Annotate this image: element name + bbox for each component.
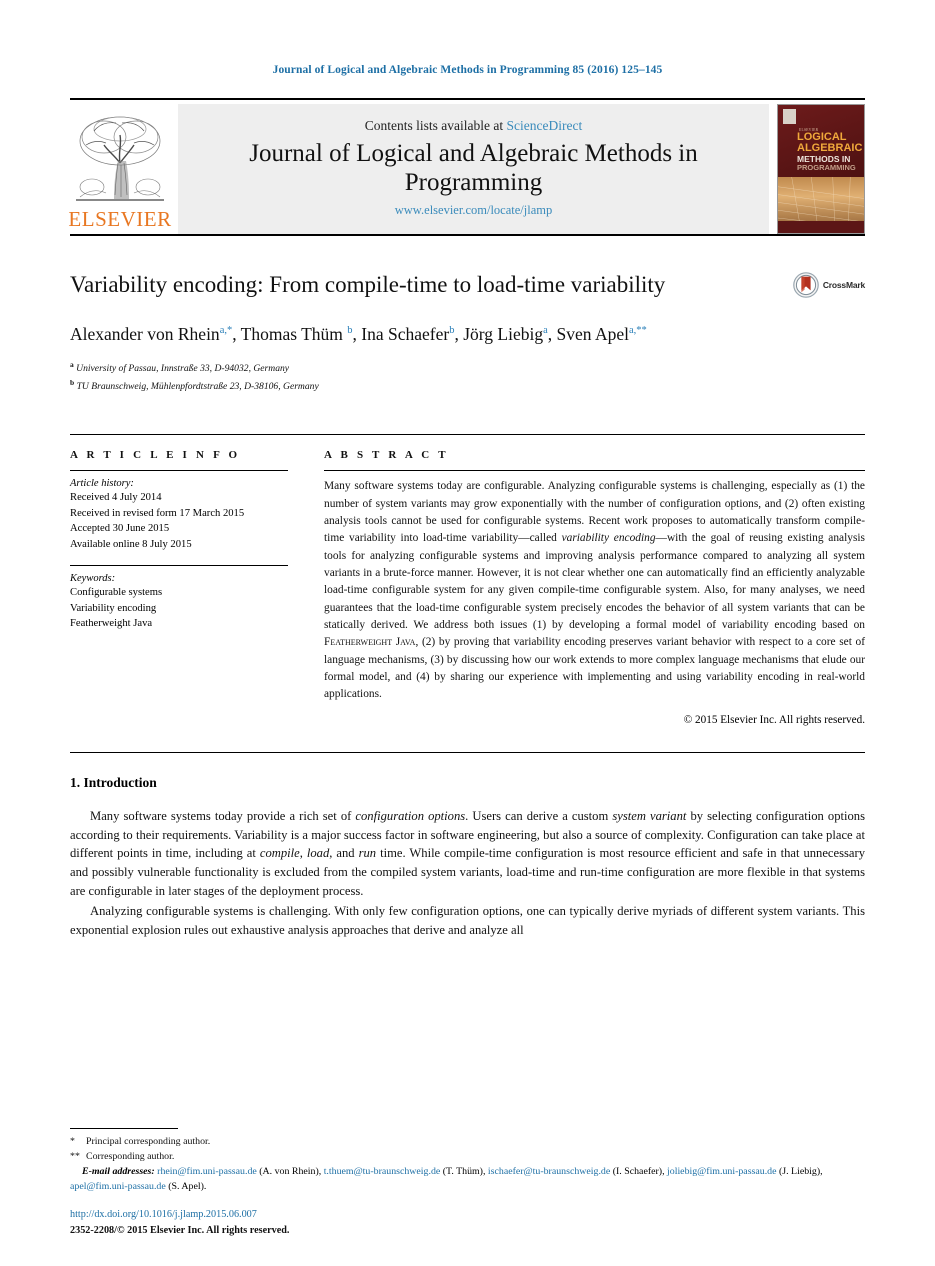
intro-p1-em2: system variant (612, 808, 687, 823)
keyword-item-3: Featherweight Java (70, 618, 153, 630)
body-separator-rule (70, 751, 865, 753)
intro-p1-a: Many software systems today provide a ri… (90, 808, 356, 823)
crossmark-badge[interactable]: CrossMark (793, 272, 865, 298)
title-block: Variability encoding: From compile-time … (70, 270, 865, 394)
email-label: E-mail addresses: (82, 1166, 155, 1178)
footnote-principal-author: * Principal corresponding author. (70, 1134, 865, 1149)
keywords-label: Keywords: (70, 573, 116, 585)
email-name-4: (J. Liebig) (778, 1166, 821, 1178)
email-link-5[interactable]: apel@fim.uni-passau.de (70, 1181, 166, 1192)
intro-p1-em5: run (358, 846, 377, 861)
body-content: 1. Introduction Many software systems to… (70, 775, 865, 940)
cover-line-4: PROGRAMMING (797, 162, 856, 172)
footnote-text-2: Corresponding author. (86, 1151, 175, 1163)
affiliation-a: a University of Passau, Innstraße 33, D-… (70, 359, 865, 377)
abstract-part-2: —with the goal of reusing existing analy… (324, 532, 865, 632)
running-head: Journal of Logical and Algebraic Methods… (272, 64, 663, 76)
article-info-rule (70, 470, 288, 472)
intro-paragraph-1: Many software systems today provide a ri… (70, 807, 865, 901)
intro-p1-d: , (299, 846, 307, 861)
email-link-2[interactable]: t.thuem@tu-braunschweig.de (324, 1166, 441, 1177)
intro-p1-em3: compile (259, 846, 300, 861)
email-link-1[interactable]: rhein@fim.uni-passau.de (157, 1166, 257, 1177)
intro-paragraph-2: Analyzing configurable systems is challe… (70, 904, 865, 938)
history-accepted: Accepted 30 June 2015 (70, 523, 170, 535)
intro-p1-e: , and (329, 846, 359, 861)
journal-title: Journal of Logical and Algebraic Methods… (249, 140, 698, 196)
email-name-5: (S. Apel) (168, 1181, 204, 1193)
email-name-3: (I. Schaefer) (612, 1166, 663, 1178)
elsevier-wordmark: ELSEVIER (68, 207, 172, 231)
footnote-marker-1: * (70, 1136, 75, 1148)
cover-publisher-mark (783, 109, 796, 124)
abstract-rule (324, 470, 865, 472)
info-abstract-section: A R T I C L E I N F O Article history: R… (70, 434, 865, 726)
abstract-heading: A B S T R A C T (324, 449, 449, 462)
doi-block: http://dx.doi.org/10.1016/j.jlamp.2015.0… (70, 1207, 865, 1238)
contents-line: Contents lists available at ScienceDirec… (365, 118, 582, 134)
masthead-bottom-rule (70, 234, 865, 236)
intro-p1-em4: load (306, 846, 330, 861)
cover-artwork-lines (778, 176, 864, 228)
history-revised: Received in revised form 17 March 2015 (70, 507, 245, 519)
keyword-item-2: Variability encoding (70, 602, 157, 614)
email-name-1: (A. von Rhein) (259, 1166, 319, 1178)
masthead-top-rule (70, 98, 865, 100)
paper-page: Journal of Logical and Algebraic Methods… (0, 0, 935, 1266)
affiliation-b: b TU Braunschweig, Mühlenpfordtstraße 23… (70, 377, 865, 395)
email-link-3[interactable]: ischaefer@tu-braunschweig.de (488, 1166, 610, 1177)
abstract-text: Many software systems today are configur… (324, 478, 865, 703)
crossmark-icon (793, 272, 819, 298)
cover-line-2: ALGEBRAIC (797, 142, 863, 154)
affiliation-b-marker: b (70, 377, 75, 387)
affiliation-a-marker: a (70, 360, 74, 370)
email-link-4[interactable]: joliebig@fim.uni-passau.de (667, 1166, 776, 1177)
sciencedirect-link[interactable]: ScienceDirect (507, 118, 583, 133)
history-received: Received 4 July 2014 (70, 492, 162, 504)
section-title-introduction: 1. Introduction (70, 774, 157, 790)
crossmark-label: CrossMark (822, 280, 865, 290)
affiliation-b-text: TU Braunschweig, Mühlenpfordtstraße 23, … (76, 381, 319, 393)
elsevier-logo: ELSEVIER (68, 104, 172, 234)
keywords-rule (70, 565, 288, 567)
elsevier-tree-icon (76, 116, 164, 201)
intro-p1-em1: configuration options (355, 808, 466, 823)
footnote-email-addresses: E-mail addresses: rhein@fim.uni-passau.d… (70, 1166, 823, 1193)
article-info-column: A R T I C L E I N F O Article history: R… (70, 449, 288, 725)
footnote-rule (70, 1128, 178, 1130)
keyword-item-1: Configurable systems (70, 587, 163, 599)
issn-copyright-line: 2352-2208/© 2015 Elsevier Inc. All right… (70, 1224, 290, 1236)
abstract-smallcaps-1: Featherweight Java (324, 636, 416, 649)
cover-artwork: ELSEVIER (778, 176, 864, 233)
abstract-copyright: © 2015 Elsevier Inc. All rights reserved… (683, 713, 865, 726)
page-title: Variability encoding: From compile-time … (70, 272, 666, 297)
abstract-column: A B S T R A C T Many software systems to… (324, 449, 865, 726)
keywords-block: Keywords: Configurable systems Variabili… (70, 573, 288, 631)
contents-prefix: Contents lists available at (364, 118, 507, 133)
affiliation-a-text: University of Passau, Innstraße 33, D-94… (76, 363, 290, 375)
history-online: Available online 8 July 2015 (70, 538, 192, 550)
footnote-text-1: Principal corresponding author. (86, 1136, 211, 1148)
article-history-label: Article history: (70, 478, 134, 490)
email-name-2: (T. Thüm) (442, 1166, 483, 1178)
journal-cover-thumbnail: ELSEVIER LOGICAL ALGEBRAIC METHODS IN PR… (777, 104, 865, 234)
author-list: Alexander von Rheina,*, Thomas Thüm b, I… (70, 323, 647, 344)
article-info-heading: A R T I C L E I N F O (70, 449, 241, 462)
masthead-banner: Contents lists available at ScienceDirec… (178, 104, 769, 234)
abstract-emphasis-1: variability encoding (561, 532, 656, 545)
masthead: ELSEVIER Contents lists available at Sci… (68, 98, 865, 236)
footnote-marker-2: ** (70, 1151, 80, 1163)
affiliation-list: a University of Passau, Innstraße 33, D-… (70, 359, 865, 394)
intro-p1-b: . Users can derive a custom (465, 808, 613, 823)
footnote-corresponding-author: ** Corresponding author. (70, 1149, 865, 1164)
journal-url-link[interactable]: www.elsevier.com/locate/jlamp (395, 203, 552, 218)
cover-footer: ELSEVIER (782, 227, 801, 232)
doi-link[interactable]: http://dx.doi.org/10.1016/j.jlamp.2015.0… (70, 1207, 865, 1222)
footnote-section: * Principal corresponding author. ** Corre… (70, 1128, 865, 1238)
